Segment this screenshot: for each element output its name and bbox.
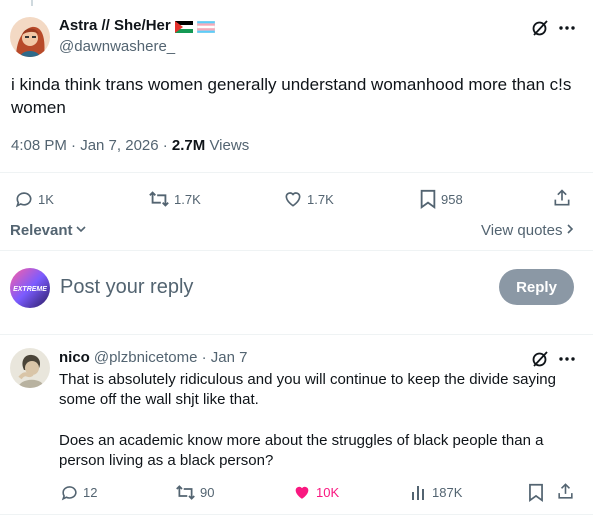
reply-views-action[interactable]: 187K (410, 483, 462, 501)
grok-icon[interactable] (530, 349, 550, 369)
repost-icon (148, 189, 170, 209)
share-icon (556, 482, 575, 501)
views-count: 2.7M (171, 137, 206, 154)
share-action[interactable] (552, 188, 572, 208)
chevron-right-icon (566, 222, 574, 239)
bookmark-icon (419, 189, 437, 209)
sort-relevant-dropdown[interactable]: Relevant (10, 222, 87, 239)
reply-author-name[interactable]: nico (59, 349, 90, 366)
author-avatar[interactable] (10, 17, 50, 57)
reply-like-action[interactable]: 10K (292, 483, 339, 502)
more-options-icon[interactable] (556, 349, 578, 369)
reply-text-paragraph-2: Does an academic know more about the str… (59, 432, 544, 469)
chevron-down-icon (75, 222, 87, 239)
palestine-flag-icon (174, 20, 193, 33)
author-name-row: Astra // She/Her (59, 17, 215, 34)
reply-input-placeholder: Post your reply (60, 276, 194, 298)
reply-handle-date[interactable]: @plzbnicetome · Jan 7 (94, 349, 248, 366)
divider (0, 334, 593, 335)
reply-repost-action[interactable]: 90 (175, 483, 214, 502)
reply-reply-count: 12 (83, 485, 98, 500)
reply-header: nico @plzbnicetome · Jan 7 (59, 349, 247, 366)
avatar-logo-text: EXTREME (13, 286, 47, 293)
share-icon (552, 188, 572, 208)
tweet-text: i kinda think trans women generally unde… (11, 75, 572, 117)
view-quotes-label: View quotes (481, 222, 563, 239)
repost-count: 1.7K (174, 191, 201, 207)
trans-flag-icon (196, 20, 215, 33)
view-quotes-link[interactable]: View quotes (481, 222, 574, 239)
more-options-icon[interactable] (556, 18, 578, 38)
reply-input[interactable]: Post your reply (60, 276, 193, 299)
views-label: Views (205, 137, 250, 154)
heart-filled-icon (292, 483, 312, 502)
analytics-icon (410, 483, 428, 501)
bookmark-icon (528, 483, 544, 502)
reply-action[interactable]: 1K (14, 189, 54, 209)
repost-action[interactable]: 1.7K (148, 189, 201, 209)
reply-button[interactable]: Reply (499, 269, 574, 305)
reply-like-count: 10K (316, 485, 340, 500)
bookmark-action[interactable]: 958 (419, 189, 463, 209)
reply-views-count: 187K (432, 484, 463, 500)
reply-share-action[interactable] (556, 482, 575, 501)
reply-reply-action[interactable]: 12 (60, 483, 97, 502)
tweet-time[interactable]: 4:08 PM · Jan 7, 2026 · (11, 137, 172, 154)
like-action[interactable]: 1.7K (283, 189, 334, 209)
grok-icon[interactable] (530, 18, 550, 38)
current-user-avatar[interactable]: EXTREME (10, 268, 50, 308)
bookmark-count: 958 (441, 191, 463, 207)
reply-icon (14, 189, 34, 209)
author-name[interactable]: Astra // She/Her (59, 17, 171, 34)
sort-label: Relevant (10, 222, 73, 239)
divider (0, 250, 593, 251)
tweet-timestamp-views: 4:08 PM · Jan 7, 2026 · 2.7M Views (11, 137, 249, 154)
heart-icon (283, 189, 303, 209)
author-handle[interactable]: @dawnwashere_ (59, 38, 175, 55)
thread-line (31, 0, 33, 6)
like-count: 1.7K (307, 191, 334, 207)
reply-count: 1K (38, 191, 54, 207)
reply-repost-count: 90 (200, 485, 215, 500)
reply-text-paragraph-1: That is absolutely ridiculous and you wi… (59, 371, 556, 408)
reply-icon (60, 483, 79, 502)
repost-icon (175, 483, 196, 502)
divider (0, 172, 593, 173)
reply-bookmark-action[interactable] (528, 483, 544, 502)
divider (0, 514, 593, 515)
reply-author-avatar[interactable] (10, 348, 50, 388)
